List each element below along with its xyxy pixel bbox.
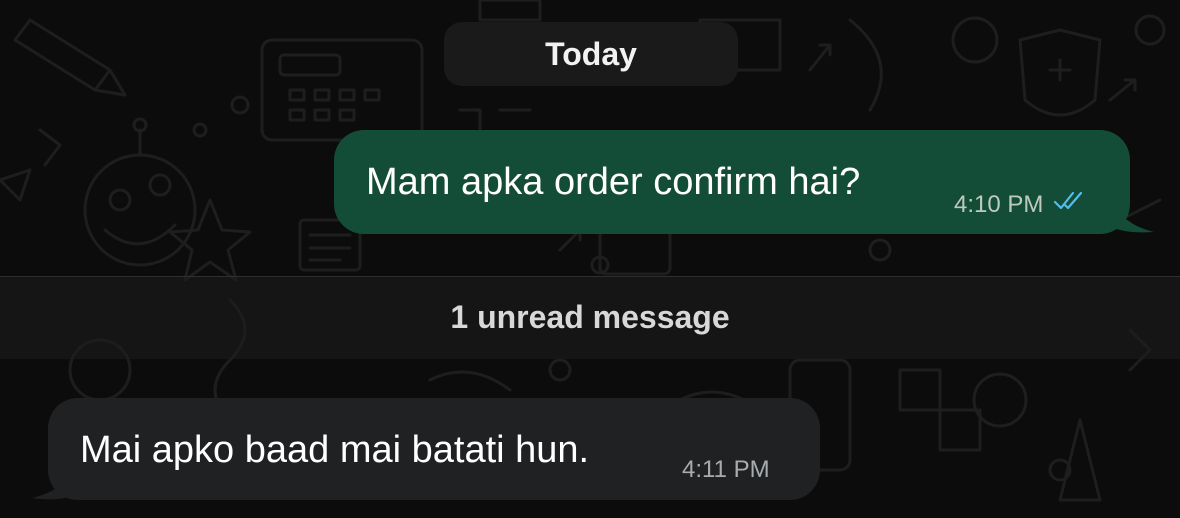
date-separator-chip: Today [444,22,738,86]
date-separator-label: Today [545,35,637,72]
message-meta: 4:11 PM [682,456,770,484]
outgoing-message-bubble[interactable]: Mam apka order confirm hai? 4:10 PM [334,130,1130,234]
unread-messages-label: 1 unread message [450,299,730,335]
message-text: Mai apko baad mai batati hun. [80,429,590,471]
message-text: Mam apka order confirm hai? [366,161,861,203]
message-meta: 4:10 PM [954,190,1087,219]
message-time: 4:11 PM [682,456,770,483]
message-time: 4:10 PM [954,190,1044,218]
incoming-message-bubble[interactable]: Mai apko baad mai batati hun. 4:11 PM [48,398,820,500]
unread-messages-banner: 1 unread message [0,276,1180,359]
double-check-icon [1053,190,1087,219]
chat-conversation: Today Mam apka order confirm hai? 4:10 P… [0,0,1180,518]
